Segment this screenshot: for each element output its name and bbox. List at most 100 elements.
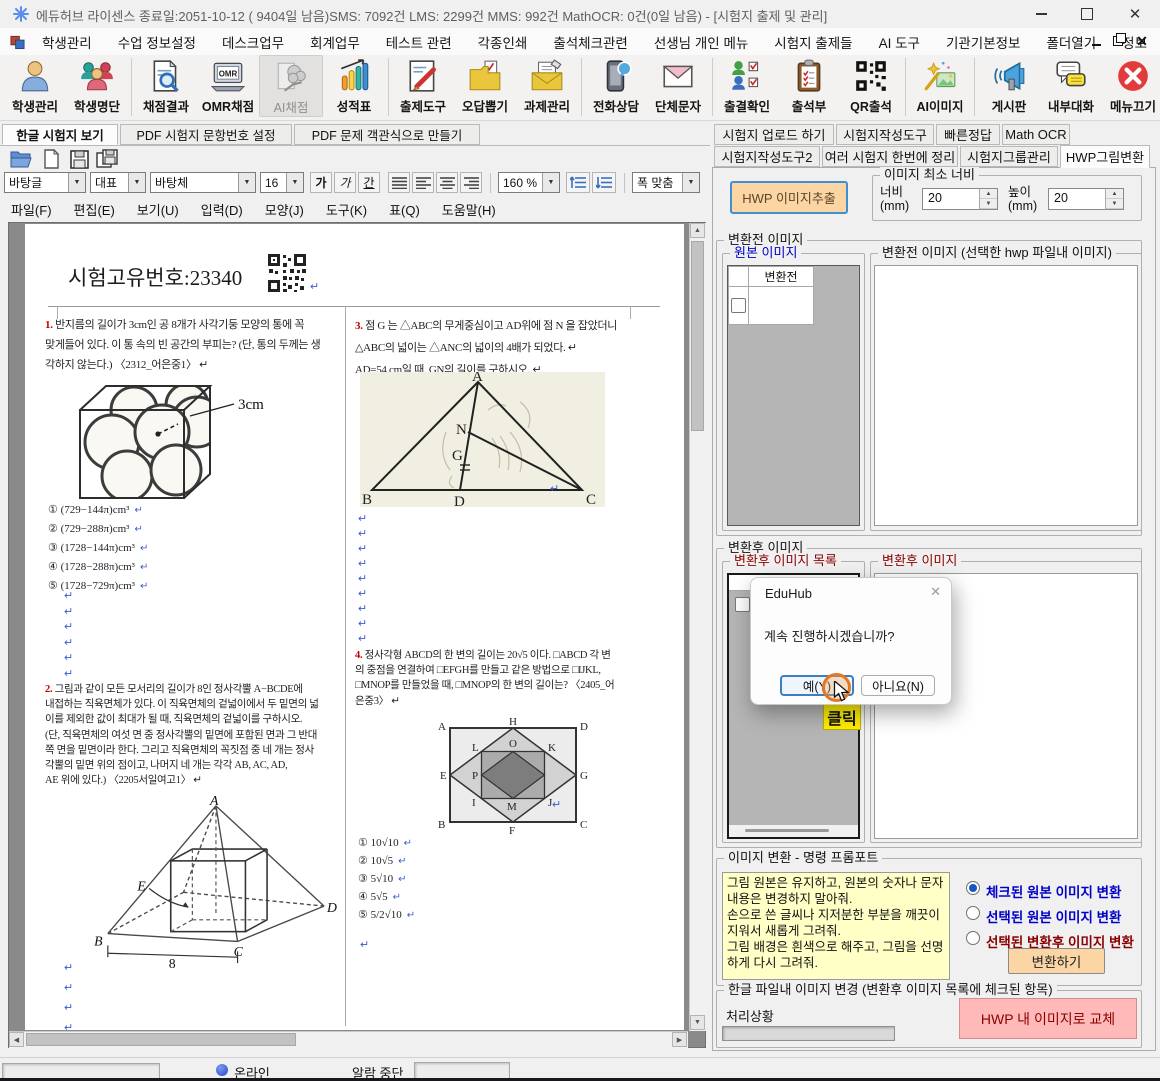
hwp-menu-edit[interactable]: 편집(E) [63, 200, 126, 219]
toolbar-omr-grading[interactable]: OMR OMR채점 [197, 55, 259, 115]
menu-ai-tools[interactable]: AI 도구 [866, 32, 933, 52]
toolbar-wrong-answer[interactable]: 오답뽑기 [454, 55, 516, 115]
zoom-select[interactable]: 160 % ▼ [498, 172, 560, 193]
radio-selected-source[interactable] [966, 906, 980, 920]
tab-exam-authoring-tool-2[interactable]: 시험지작성도구2 [714, 146, 820, 167]
italic-button[interactable]: 가 [334, 172, 356, 193]
convert-button[interactable]: 변환하기 [1008, 948, 1105, 974]
hwp-menu-tools[interactable]: 도구(K) [315, 200, 378, 219]
save-as-button[interactable] [94, 147, 120, 171]
document-vertical-scrollbar[interactable]: ▲ ▼ [689, 223, 706, 1031]
mdi-close-button[interactable]: ✕ [1132, 31, 1152, 51]
hwp-menu-table[interactable]: 표(Q) [378, 200, 431, 219]
underline-button[interactable]: 간 [358, 172, 380, 193]
scroll-right-icon[interactable]: ▶ [672, 1032, 687, 1047]
prompt-textarea[interactable]: 그림 원본은 유지하고, 원본의 숫자나 문자내용은 변경하지 말아줘. 손으로… [722, 872, 950, 980]
toolbar-attendance-check[interactable]: 출결확인 [716, 55, 778, 115]
source-image-grid[interactable]: 변환전 [727, 265, 860, 526]
align-left-button[interactable] [412, 172, 434, 193]
radio-checked-source[interactable] [966, 881, 980, 895]
tab-hwp-image-convert[interactable]: HWP그림변환 [1060, 145, 1150, 168]
toolbar-internal-chat[interactable]: 내부대화 [1040, 55, 1102, 115]
menu-student-mgmt[interactable]: 학생관리 [29, 32, 105, 52]
toolbar-report-card[interactable]: 성적표 [323, 55, 385, 115]
toolbar-group-sms[interactable]: 단체문자 [647, 55, 709, 115]
toolbar-qr-attendance[interactable]: QR출석 [840, 55, 902, 115]
paragraph-style-select[interactable]: 바탕글 ▼ [4, 172, 86, 193]
before-preview-box[interactable] [874, 265, 1138, 526]
grid-scroll-thumb[interactable] [745, 829, 829, 832]
menu-teacher-personal[interactable]: 선생님 개인 메뉴 [641, 32, 761, 52]
toolbar-menu-off[interactable]: 메뉴끄기 [1102, 55, 1160, 115]
font-family-select[interactable]: 바탕체 ▼ [150, 172, 256, 193]
menu-printing[interactable]: 각종인쇄 [465, 32, 541, 52]
hwp-menu-shape[interactable]: 모양(J) [254, 200, 315, 219]
tab-multi-exam-organize[interactable]: 여러 시험지 한번에 정리 [822, 146, 958, 167]
bold-button[interactable]: 가 [310, 172, 332, 193]
grid-checkbox-cell[interactable] [728, 286, 749, 325]
tab-exam-authoring-tool[interactable]: 시험지작성도구 [836, 124, 934, 145]
toolbar-student-mgmt[interactable]: 학생관리 [4, 55, 66, 115]
window-maximize-button[interactable] [1064, 0, 1110, 28]
radio-label-selected-source[interactable]: 선택된 원본 이미지 변환 [986, 906, 1121, 926]
new-document-button[interactable] [38, 147, 64, 171]
hwp-menu-help[interactable]: 도움말(H) [431, 200, 507, 219]
open-file-button[interactable] [8, 147, 34, 171]
scroll-up-icon[interactable]: ▲ [690, 223, 705, 238]
line-spacing-decrease-button[interactable] [566, 172, 590, 193]
window-close-button[interactable]: ✕ [1112, 0, 1158, 28]
tab-pdf-question-number[interactable]: PDF 시험지 문항번호 설정 [120, 124, 292, 145]
toolbar-assignment[interactable]: 과제관리 [516, 55, 578, 115]
menu-desk-work[interactable]: 데스크업무 [209, 32, 297, 52]
fit-width-select[interactable]: 폭 맞춤 ▼ [632, 172, 700, 193]
hwp-image-extract-button[interactable]: HWP 이미지추출 [730, 181, 848, 214]
mdi-minimize-button[interactable] [1086, 31, 1106, 51]
tab-math-ocr[interactable]: Math OCR [1002, 124, 1070, 145]
toolbar-ai-image[interactable]: AI이미지 [909, 55, 971, 115]
scroll-down-icon[interactable]: ▼ [690, 1015, 705, 1030]
mdi-restore-button[interactable] [1108, 31, 1128, 51]
hwp-menu-view[interactable]: 보기(U) [126, 200, 190, 219]
menu-class-info[interactable]: 수업 정보설정 [105, 32, 209, 52]
radio-label-checked-source[interactable]: 체크된 원본 이미지 변환 [986, 881, 1121, 901]
tab-exam-upload[interactable]: 시험지 업로드 하기 [714, 124, 834, 145]
row-checkbox[interactable] [731, 298, 746, 313]
menu-org-info[interactable]: 기관기본정보 [933, 32, 1034, 52]
align-right-button[interactable] [460, 172, 482, 193]
toolbar-authoring-tool[interactable]: 출제도구 [392, 55, 454, 115]
window-minimize-button[interactable] [1018, 0, 1064, 28]
hwp-menu-file[interactable]: 파일(F) [0, 200, 63, 219]
horizontal-scroll-thumb[interactable] [26, 1033, 296, 1046]
toolbar-student-roster[interactable]: 학생명단 [66, 55, 128, 115]
tab-hwp-exam-view[interactable]: 한글 시험지 보기 [2, 124, 118, 145]
font-size-select[interactable]: 16 ▼ [260, 172, 304, 193]
grid-horizontal-scrollbar[interactable] [729, 825, 858, 837]
menu-test[interactable]: 테스트 관련 [373, 32, 465, 52]
tab-pdf-to-choice[interactable]: PDF 문제 객관식으로 만들기 [294, 124, 480, 145]
save-button[interactable] [66, 147, 92, 171]
toolbar-grading-result[interactable]: 채점결과 [135, 55, 197, 115]
document-horizontal-scrollbar[interactable]: ◀ ▶ [9, 1031, 688, 1048]
replace-hwp-image-button[interactable]: HWP 내 이미지로 교체 [959, 998, 1137, 1039]
align-justify-button[interactable] [388, 172, 410, 193]
tab-quick-answer[interactable]: 빠른정답 [936, 124, 1000, 145]
toolbar-ai-grading[interactable]: AI채점 [259, 55, 323, 117]
menu-attendance[interactable]: 출석체크관련 [540, 32, 641, 52]
width-spinner[interactable]: 20 ▲ ▼ [922, 188, 998, 210]
toolbar-attendance-book[interactable]: 출석부 [778, 55, 840, 115]
toolbar-board[interactable]: 게시판 [978, 55, 1040, 115]
height-spinner[interactable]: 20 ▲ ▼ [1048, 188, 1124, 210]
tab-exam-group-mgmt[interactable]: 시험지그룹관리 [960, 146, 1058, 167]
line-spacing-increase-button[interactable] [592, 172, 616, 193]
toolbar-phone-consult[interactable]: 전화상담 [585, 55, 647, 115]
align-center-button[interactable] [436, 172, 458, 193]
scroll-left-icon[interactable]: ◀ [9, 1032, 24, 1047]
spinner-arrows[interactable]: ▲ ▼ [1105, 189, 1123, 209]
row-checkbox[interactable] [735, 597, 750, 612]
menu-accounting[interactable]: 회계업무 [297, 32, 373, 52]
dialog-close-icon[interactable]: ✕ [930, 584, 941, 600]
spinner-arrows[interactable]: ▲ ▼ [979, 189, 997, 209]
hwp-menu-input[interactable]: 입력(D) [190, 200, 254, 219]
menu-exam-authoring[interactable]: 시험지 출제들 [761, 32, 865, 52]
dialog-no-button[interactable]: 아니요(N) [861, 675, 935, 696]
